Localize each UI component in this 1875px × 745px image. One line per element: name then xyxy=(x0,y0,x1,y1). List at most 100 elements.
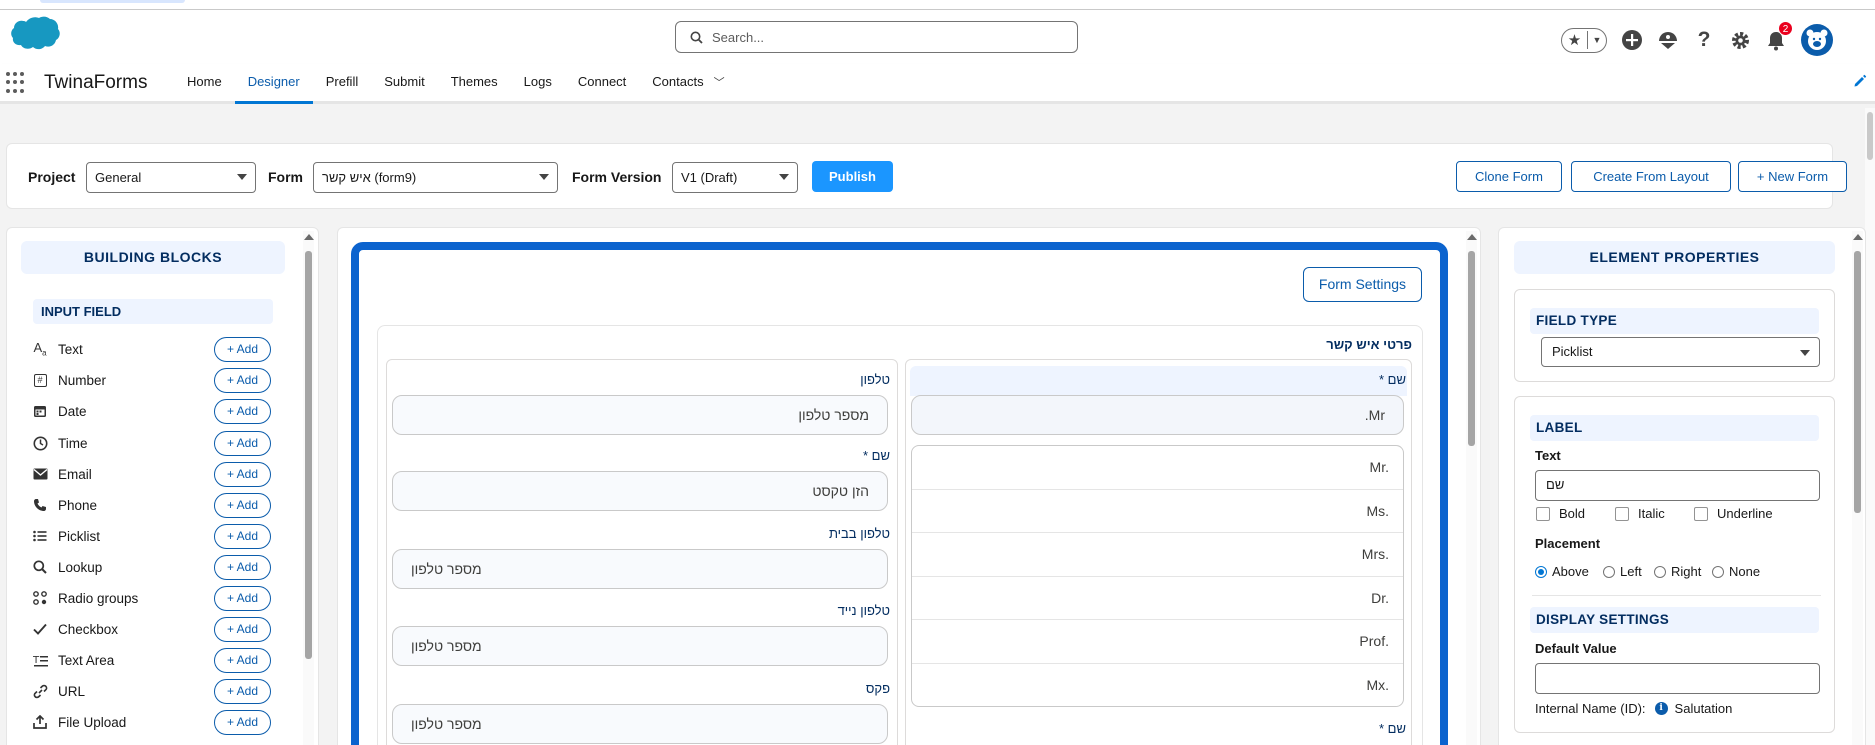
create-from-layout-button[interactable]: Create From Layout xyxy=(1571,161,1731,192)
nav-tab-connect[interactable]: Connect xyxy=(565,64,639,104)
nav-tab-logs[interactable]: Logs xyxy=(511,64,565,104)
block-number: # Number + Add xyxy=(31,367,271,393)
form-canvas-scrollbar[interactable] xyxy=(1466,231,1477,745)
field-label: טלפון xyxy=(860,372,890,387)
add-icon[interactable] xyxy=(1619,27,1645,53)
notifications-bell-icon[interactable]: 2 xyxy=(1763,21,1793,53)
underline-checkbox[interactable]: Underline xyxy=(1694,506,1773,521)
italic-label: Italic xyxy=(1638,506,1665,521)
add-checkbox-button[interactable]: + Add xyxy=(214,616,271,642)
search-icon xyxy=(31,558,49,576)
user-avatar[interactable] xyxy=(1801,24,1833,56)
block-email: Email + Add xyxy=(31,461,271,487)
app-name: TwinaForms xyxy=(44,72,148,93)
phone-field[interactable]: מספר טלפון xyxy=(392,395,888,435)
salutation-picklist[interactable]: Mr. xyxy=(911,395,1404,435)
dropdown-option[interactable]: Mx. xyxy=(912,664,1403,707)
info-icon[interactable]: i xyxy=(1654,702,1668,715)
field-type-box xyxy=(1514,289,1835,382)
help-icon[interactable]: ? xyxy=(1691,27,1717,53)
star-icon[interactable]: ★ xyxy=(1562,31,1588,49)
fax-field[interactable]: מספר טלפון xyxy=(392,704,888,744)
placement-none-radio[interactable]: None xyxy=(1712,564,1760,579)
phone-icon xyxy=(31,496,49,514)
chevron-down-icon[interactable]: ﹀ xyxy=(714,65,725,101)
radio-label: None xyxy=(1729,564,1761,579)
placement-right-radio[interactable]: Right xyxy=(1654,564,1701,579)
search-placeholder: Search... xyxy=(712,29,765,45)
building-blocks-scrollbar[interactable] xyxy=(303,231,314,745)
app-navigation-bar: TwinaForms Home Designer Prefill Submit … xyxy=(0,64,1875,104)
nav-tab-submit[interactable]: Submit xyxy=(371,64,437,104)
display-settings-title: DISPLAY SETTINGS xyxy=(1530,607,1819,633)
block-label: Email xyxy=(58,466,92,482)
project-select[interactable]: General xyxy=(86,162,256,193)
chevron-down-icon[interactable]: ▼ xyxy=(1588,35,1606,45)
italic-checkbox[interactable]: Italic xyxy=(1615,506,1665,521)
add-email-button[interactable]: + Add xyxy=(214,461,271,487)
dropdown-option[interactable]: Ms. xyxy=(912,490,1403,533)
number-icon: # xyxy=(31,371,49,389)
nav-tab-contacts[interactable]: Contacts ﹀ xyxy=(639,64,737,104)
dropdown-option[interactable]: Dr. xyxy=(912,577,1403,620)
clone-form-button[interactable]: Clone Form xyxy=(1456,161,1562,192)
add-text-area-button[interactable]: + Add xyxy=(214,647,271,673)
favorites-button[interactable]: ★ ▼ xyxy=(1561,27,1607,53)
default-value-input[interactable] xyxy=(1535,663,1820,694)
nav-tab-themes[interactable]: Themes xyxy=(438,64,511,104)
block-radio-groups: Radio groups + Add xyxy=(31,585,271,611)
add-url-button[interactable]: + Add xyxy=(214,678,271,704)
form-select[interactable]: איש קשר (form9) xyxy=(313,162,558,193)
add-picklist-button[interactable]: + Add xyxy=(214,523,271,549)
bold-checkbox[interactable]: Bold xyxy=(1536,506,1585,521)
placement-left-radio[interactable]: Left xyxy=(1603,564,1642,579)
trailhead-icon[interactable] xyxy=(1655,27,1681,53)
field-label: פקס xyxy=(865,681,890,696)
global-search-input[interactable]: Search... xyxy=(675,21,1078,53)
nav-tab-prefill[interactable]: Prefill xyxy=(313,64,372,104)
field-type-select[interactable]: Picklist xyxy=(1541,337,1820,367)
dropdown-option[interactable]: Mrs. xyxy=(912,533,1403,577)
nav-tab-designer[interactable]: Designer xyxy=(234,64,313,104)
add-phone-button[interactable]: + Add xyxy=(214,492,271,518)
add-time-button[interactable]: + Add xyxy=(214,430,271,456)
field-label: טלפון בבית xyxy=(828,526,890,541)
publish-button[interactable]: Publish xyxy=(812,161,893,192)
add-lookup-button[interactable]: + Add xyxy=(214,554,271,580)
dropdown-option[interactable]: Mr. xyxy=(912,446,1403,490)
block-label: Checkbox xyxy=(58,621,119,637)
nav-tab-home[interactable]: Home xyxy=(174,64,235,104)
field-label: שם * xyxy=(1379,721,1406,736)
label-text-input[interactable]: שם xyxy=(1535,470,1820,501)
gear-icon[interactable] xyxy=(1727,27,1753,53)
placement-above-radio[interactable]: Above xyxy=(1535,564,1589,579)
salesforce-logo-icon[interactable] xyxy=(2,16,60,61)
dropdown-option[interactable]: Prof. xyxy=(912,620,1403,664)
properties-scrollbar[interactable] xyxy=(1852,231,1863,745)
link-icon xyxy=(31,682,49,700)
block-label: Radio groups xyxy=(58,590,139,606)
add-file-upload-button[interactable]: + Add xyxy=(214,709,271,735)
block-picklist: Picklist + Add xyxy=(31,523,271,549)
page-scrollbar[interactable] xyxy=(1865,108,1875,745)
building-blocks-title: BUILDING BLOCKS xyxy=(21,241,285,274)
add-text-button[interactable]: + Add xyxy=(214,336,271,362)
form-settings-button[interactable]: Form Settings xyxy=(1303,267,1422,302)
tab-indicator xyxy=(40,0,185,3)
add-radio-groups-button[interactable]: + Add xyxy=(214,585,271,611)
new-form-button[interactable]: + New Form xyxy=(1738,161,1847,192)
add-date-button[interactable]: + Add xyxy=(214,398,271,424)
radio-label: Left xyxy=(1620,564,1642,579)
block-checkbox: Checkbox + Add xyxy=(31,616,271,642)
app-launcher-icon[interactable] xyxy=(6,72,28,94)
name-text-field[interactable]: הזן טקסט xyxy=(392,471,888,511)
block-label: URL xyxy=(58,683,86,699)
edit-nav-pencil-icon[interactable] xyxy=(1853,74,1867,91)
form-version-select[interactable]: V1 (Draft) xyxy=(672,162,798,193)
add-number-button[interactable]: + Add xyxy=(214,367,271,393)
form-version-value: V1 (Draft) xyxy=(681,170,738,185)
mobile-phone-field[interactable]: מספר טלפון xyxy=(392,626,888,666)
home-phone-field[interactable]: מספר טלפון xyxy=(392,549,888,589)
block-label: Date xyxy=(58,403,87,419)
check-icon xyxy=(31,620,49,638)
